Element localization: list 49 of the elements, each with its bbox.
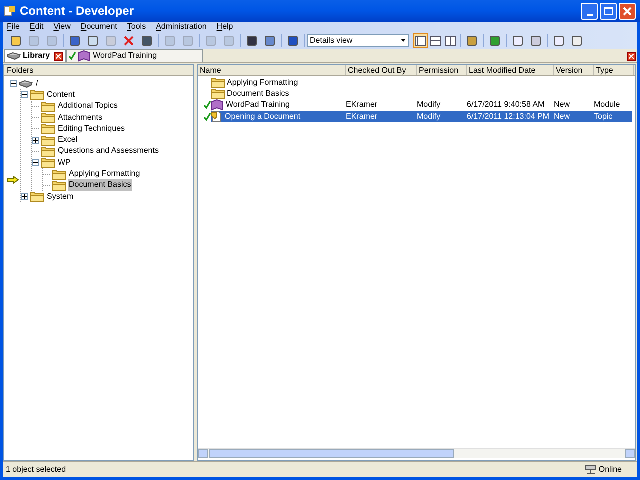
tree-item[interactable]: / [35,78,40,90]
connection-status: Online [598,464,622,476]
table-row[interactable]: Applying Formatting [211,77,632,88]
view-select[interactable]: Details view [307,34,409,47]
column-header[interactable]: Type [594,65,634,75]
table-cell: 6/17/2011 9:40:58 AM [467,99,545,112]
tree-item[interactable]: WP [57,156,72,169]
table-row[interactable]: WordPad Training EKramer Modify 6/17/2011 9:40:58 AM New Module [211,100,632,111]
column-header[interactable]: Name [198,65,346,75]
tree-item[interactable]: Attachments [57,112,104,124]
table-cell: Modify [417,110,441,123]
table-cell: Opening a Document [225,110,301,123]
table-cell: Topic [594,110,613,123]
tree-item[interactable]: Applying Formatting [68,168,142,180]
column-header[interactable]: Last Modified Date [467,65,554,75]
column-header[interactable]: Permission [417,65,467,75]
tree-item[interactable]: Additional Topics [57,100,119,112]
tab[interactable]: WordPad Training [66,49,204,62]
menu-item[interactable]: View [54,21,71,33]
table-cell: New [554,110,570,123]
column-header[interactable]: Checked Out By [346,65,417,75]
window-title: Content - Developer [20,3,134,20]
menu-item[interactable]: File [7,21,20,33]
menu-item[interactable]: Tools [127,21,146,33]
menu-item[interactable]: Edit [30,21,44,33]
table-cell: 6/17/2011 12:13:04 PM [467,110,550,123]
tree-item[interactable]: Document Basics [68,179,132,192]
tab[interactable]: Library [4,49,66,62]
table-cell: EKramer [346,99,378,112]
menu-item[interactable]: Administration [156,21,207,33]
table-cell: Applying Formatting [227,76,298,89]
table-cell: WordPad Training [226,99,290,112]
tree-item[interactable]: Questions and Assessments [57,145,160,158]
menu-item[interactable]: Document [80,21,118,33]
table-cell: New [554,99,570,112]
tree-item[interactable]: Excel [57,134,79,146]
table-cell: Document Basics [227,88,290,100]
table-cell: EKramer [346,110,378,123]
column-header[interactable]: Version [554,65,594,75]
table-row[interactable]: Opening a Document EKramer Modify 6/17/2011 12:13:04 PM New Topic [211,110,632,122]
pane-header: Folders [4,65,193,76]
tree-item[interactable]: System [46,190,75,203]
table-cell: Module [594,99,620,112]
table-cell: Modify [417,99,441,112]
status-text: 1 object selected [6,464,66,476]
table-row[interactable]: Document Basics [211,88,632,100]
tree-item[interactable]: Editing Techniques [57,122,126,135]
tree-item[interactable]: Content [46,88,76,101]
menu-item[interactable]: Help [216,21,234,33]
